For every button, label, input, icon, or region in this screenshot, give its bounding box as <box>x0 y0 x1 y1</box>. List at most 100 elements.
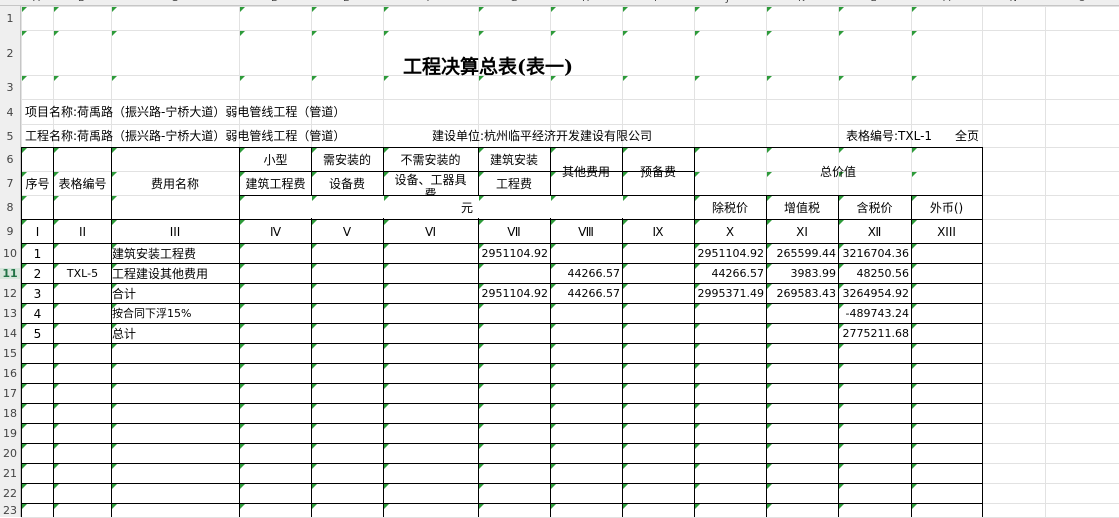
row-number-17[interactable]: 17 <box>0 388 20 399</box>
row-incl-tax[interactable]: -489743.24 <box>838 308 909 319</box>
row-excl-tax[interactable]: 44266.57 <box>694 268 765 279</box>
row-excl-tax[interactable]: 2995371.49 <box>694 288 764 299</box>
column-letter-O[interactable]: O <box>1078 0 1086 4</box>
row-number-10[interactable]: 10 <box>0 248 20 259</box>
row-number-11[interactable]: 11 <box>0 268 20 279</box>
error-marker <box>54 444 59 449</box>
row-vat[interactable]: 3983.99 <box>766 268 837 279</box>
form-number-cell[interactable]: 表格编号:TXL-1 <box>846 130 932 142</box>
row-excl-tax[interactable]: 2951104.92 <box>694 248 764 259</box>
row-fee-name[interactable]: 合计 <box>112 288 136 300</box>
row-seq[interactable]: 5 <box>22 328 53 340</box>
row-fee-name[interactable]: 建筑安装工程费 <box>112 248 196 260</box>
error-marker <box>384 464 389 469</box>
column-letter-C[interactable]: C <box>171 0 178 4</box>
engineering-name-cell[interactable]: 工程名称:荷禹路（振兴路-宁桥大道）弱电管线工程（管道） <box>25 130 345 142</box>
error-marker <box>767 220 772 225</box>
error-marker <box>312 76 317 81</box>
row-incl-tax[interactable]: 3216704.36 <box>838 248 909 259</box>
error-marker <box>22 76 27 81</box>
row-vat[interactable]: 265599.44 <box>766 248 837 259</box>
error-marker <box>551 244 556 249</box>
row-form-no[interactable]: TXL-5 <box>54 268 111 279</box>
error-marker <box>240 220 245 225</box>
error-marker <box>767 444 772 449</box>
error-marker <box>912 444 917 449</box>
header-need-install: 需安装的 <box>322 153 371 167</box>
row-seq[interactable]: 3 <box>22 288 53 300</box>
row-number-15[interactable]: 15 <box>0 348 20 359</box>
row-number-22[interactable]: 22 <box>0 488 20 499</box>
error-marker <box>912 244 917 249</box>
error-marker <box>551 304 556 309</box>
row-number-21[interactable]: 21 <box>0 468 20 479</box>
row-seq[interactable]: 4 <box>22 308 53 320</box>
header-fee-name: 费用名称 <box>150 177 199 191</box>
column-letter-F[interactable]: F <box>427 0 433 4</box>
row-number-13[interactable]: 13 <box>0 308 20 319</box>
construction-unit-cell[interactable]: 建设单位:杭州临平经济开发建设有限公司 <box>432 130 652 142</box>
row-number-23[interactable]: 23 <box>0 505 20 516</box>
error-marker <box>839 7 844 12</box>
error-marker <box>695 484 700 489</box>
row-number-8[interactable]: 8 <box>0 202 20 213</box>
row-seq[interactable]: 1 <box>22 248 53 260</box>
error-marker <box>22 148 27 153</box>
row-number-9[interactable]: 9 <box>0 226 20 237</box>
column-letter-D[interactable]: D <box>271 0 279 4</box>
header-project-fee: 工程费 <box>495 177 532 191</box>
row-number-20[interactable]: 20 <box>0 448 20 459</box>
row-vat[interactable]: 269583.43 <box>766 288 837 299</box>
row-number-12[interactable]: 12 <box>0 288 20 299</box>
row-fee-name[interactable]: 工程建设其他费用 <box>112 268 208 280</box>
row-other-fee[interactable]: 44266.57 <box>550 288 621 299</box>
row-number-19[interactable]: 19 <box>0 428 20 439</box>
row-number-2[interactable]: 2 <box>0 48 20 59</box>
error-marker <box>551 7 556 12</box>
error-marker <box>479 304 484 309</box>
column-letter-I[interactable]: I <box>654 0 657 4</box>
row-fee-name[interactable]: 总计 <box>112 328 136 340</box>
row-fee-name[interactable]: 按合同下浮15% <box>112 308 191 319</box>
row-number-16[interactable]: 16 <box>0 368 20 379</box>
row-number-14[interactable]: 14 <box>0 328 20 339</box>
row-incl-tax[interactable]: 2775211.68 <box>838 328 909 339</box>
column-letter-E[interactable]: E <box>343 0 349 4</box>
error-marker <box>767 464 772 469</box>
column-letter-K[interactable]: K <box>798 0 805 4</box>
error-marker <box>695 464 700 469</box>
row-number-6[interactable]: 6 <box>0 154 20 165</box>
error-marker <box>112 196 117 201</box>
row-number-7[interactable]: 7 <box>0 178 20 189</box>
column-letter-M[interactable]: M <box>943 0 952 4</box>
error-marker <box>384 7 389 12</box>
row-number-4[interactable]: 4 <box>0 107 20 118</box>
column-letter-A[interactable]: A <box>33 0 40 4</box>
row-number-3[interactable]: 3 <box>0 82 20 93</box>
error-marker <box>479 172 484 177</box>
page-label-cell[interactable]: 全页 <box>955 130 979 142</box>
error-marker <box>240 504 245 509</box>
column-letter-H[interactable]: H <box>582 0 590 4</box>
error-marker <box>623 324 628 329</box>
column-letter-N[interactable]: N <box>1010 0 1017 4</box>
error-marker <box>551 484 556 489</box>
row-number-18[interactable]: 18 <box>0 408 20 419</box>
row-build-install[interactable]: 2951104.92 <box>478 288 548 299</box>
project-name-cell[interactable]: 项目名称:荷禹路（振兴路-宁桥大道）弱电管线工程（管道） <box>25 106 345 118</box>
column-letter-B[interactable]: B <box>78 0 85 4</box>
column-letter-G[interactable]: G <box>510 0 518 4</box>
error-marker <box>551 324 556 329</box>
row-number-5[interactable]: 5 <box>0 131 20 142</box>
row-number-1[interactable]: 1 <box>0 13 20 24</box>
table-border <box>53 147 54 517</box>
column-letter-J[interactable]: J <box>726 0 729 4</box>
row-other-fee[interactable]: 44266.57 <box>550 268 621 279</box>
error-marker <box>54 384 59 389</box>
row-build-install[interactable]: 2951104.92 <box>478 248 548 259</box>
column-letter-L[interactable]: L <box>871 0 877 4</box>
error-marker <box>384 220 389 225</box>
row-incl-tax[interactable]: 48250.56 <box>838 268 910 279</box>
row-seq[interactable]: 2 <box>22 268 53 280</box>
row-incl-tax[interactable]: 3264954.92 <box>838 288 909 299</box>
